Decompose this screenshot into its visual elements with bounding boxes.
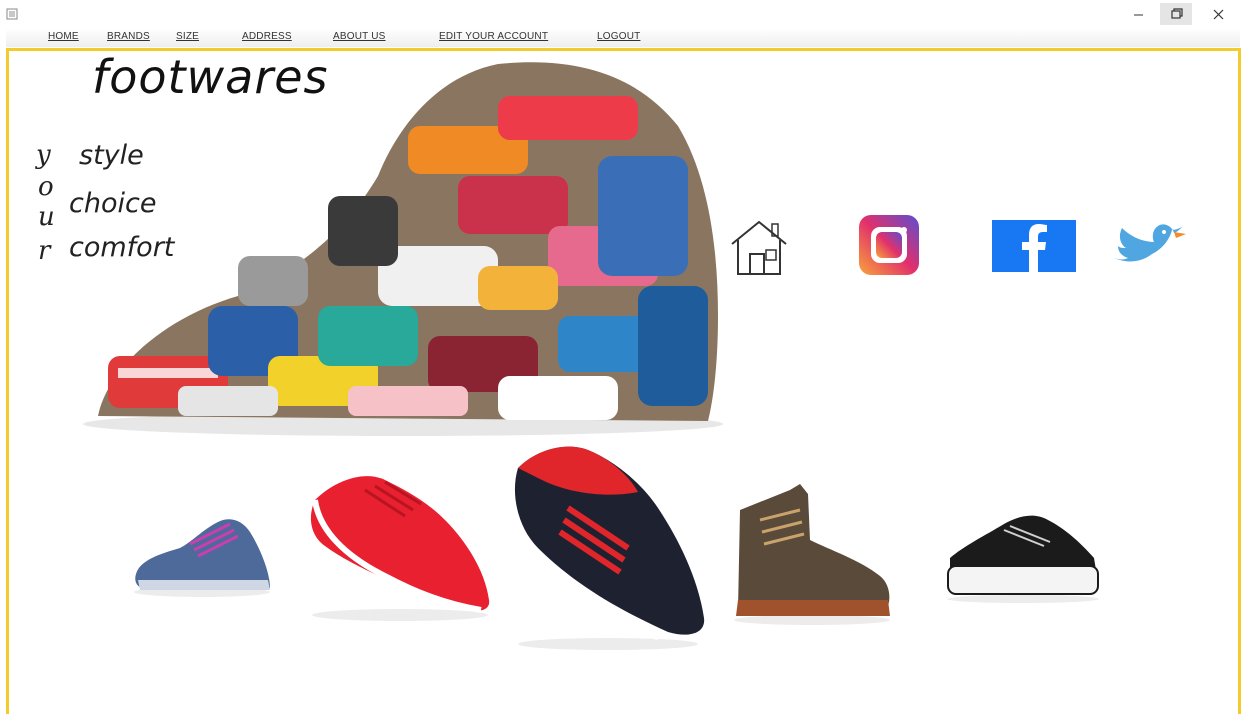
brown-boot-image — [734, 484, 890, 625]
menu-about-us[interactable]: ABOUT US — [333, 31, 386, 42]
window-titlebar — [0, 0, 1245, 28]
minimize-button[interactable] — [1123, 3, 1155, 25]
close-button[interactable] — [1203, 3, 1235, 25]
menu-address[interactable]: ADDRESS — [242, 31, 292, 42]
restore-icon — [1171, 8, 1183, 19]
restore-button[interactable] — [1160, 3, 1192, 25]
facebook-icon[interactable] — [992, 220, 1076, 272]
vertical-letter: o — [38, 172, 54, 202]
tagline-style: style — [79, 140, 144, 171]
menu-brands[interactable]: BRANDS — [107, 31, 150, 42]
black-red-sneaker-image — [514, 446, 705, 650]
twitter-icon[interactable] — [1112, 218, 1188, 276]
red-sneaker-image — [310, 476, 490, 621]
shoe-pile-image — [83, 62, 723, 436]
vertical-letter: y — [36, 140, 51, 170]
tagline-comfort: comfort — [69, 232, 175, 263]
minimize-icon — [1134, 14, 1143, 16]
vertical-letter: r — [38, 236, 51, 266]
instagram-icon[interactable] — [858, 214, 920, 276]
close-icon — [1213, 9, 1224, 20]
black-platform-sneaker-image — [947, 515, 1099, 603]
java-app-icon — [6, 8, 18, 20]
vertical-letter: u — [38, 202, 55, 232]
menu-home[interactable]: HOME — [48, 31, 79, 42]
home-icon[interactable] — [728, 218, 790, 278]
blue-sneaker-image — [134, 519, 270, 597]
menu-size[interactable]: SIZE — [176, 31, 199, 42]
menu-logout[interactable]: LOGOUT — [597, 31, 640, 42]
menu-bar: HOME BRANDS SIZE ADDRESS ABOUT US EDIT Y… — [6, 28, 1240, 47]
brand-title: footwares — [92, 50, 329, 104]
tagline-choice: choice — [69, 188, 157, 219]
menu-edit-account[interactable]: EDIT YOUR ACCOUNT — [439, 31, 548, 42]
